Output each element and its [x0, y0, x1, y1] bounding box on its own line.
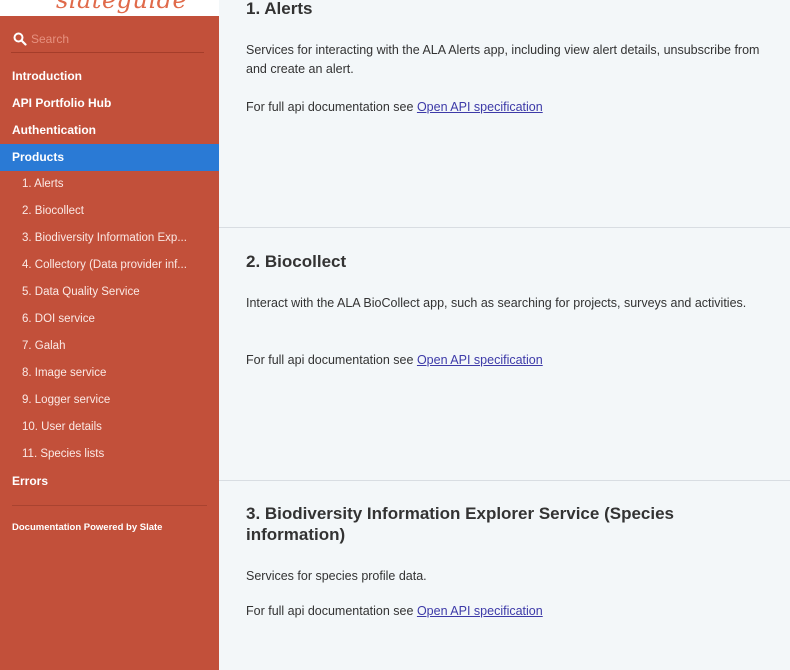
- main-content: 1. Alerts Services for interacting with …: [219, 0, 790, 670]
- sidebar-divider: [12, 505, 207, 506]
- api-doc-prefix: For full api documentation see: [246, 353, 417, 367]
- sidebar-subitem-biocollect[interactable]: 2. Biocollect: [0, 198, 219, 225]
- sidebar-subitem-doi-service[interactable]: 6. DOI service: [0, 306, 219, 333]
- section-alerts: 1. Alerts Services for interacting with …: [219, 0, 790, 228]
- sidebar-item-products[interactable]: Products: [0, 144, 219, 171]
- sidebar-item-errors[interactable]: Errors: [0, 468, 219, 495]
- section-description: Interact with the ALA BioCollect app, su…: [246, 296, 747, 310]
- sidebar-item-api-portfolio-hub[interactable]: API Portfolio Hub: [0, 90, 219, 117]
- api-doc-line: For full api documentation see Open API …: [246, 602, 761, 621]
- api-doc-line: For full api documentation see Open API …: [246, 98, 761, 117]
- logo[interactable]: slateguide: [0, 0, 219, 16]
- search-input[interactable]: [31, 30, 199, 48]
- section-title: 1. Alerts: [246, 0, 313, 18]
- open-api-spec-link[interactable]: Open API specification: [417, 604, 543, 618]
- sidebar-subitem-species-lists[interactable]: 11. Species lists: [0, 441, 219, 468]
- sidebar-subitem-logger-service[interactable]: 9. Logger service: [0, 387, 219, 414]
- section-title: 3. Biodiversity Information Explorer Ser…: [246, 504, 674, 544]
- sidebar: slateguide Introduction API Portfolio Hu…: [0, 0, 219, 670]
- sidebar-subitem-collectory[interactable]: 4. Collectory (Data provider inf...: [0, 252, 219, 279]
- powered-by-slate-link[interactable]: Documentation Powered by Slate: [12, 522, 162, 533]
- sidebar-item-authentication[interactable]: Authentication: [0, 117, 219, 144]
- api-doc-prefix: For full api documentation see: [246, 100, 417, 114]
- logo-text: slateguide: [56, 0, 188, 14]
- sidebar-subitem-biodiversity-information-explorer[interactable]: 3. Biodiversity Information Exp...: [0, 225, 219, 252]
- sidebar-subitem-galah[interactable]: 7. Galah: [0, 333, 219, 360]
- section-description: Services for species profile data.: [246, 569, 427, 583]
- search-box: [11, 28, 204, 53]
- section-biodiversity-information-explorer: 3. Biodiversity Information Explorer Ser…: [219, 481, 790, 670]
- api-doc-line: For full api documentation see Open API …: [246, 351, 761, 370]
- sidebar-item-introduction[interactable]: Introduction: [0, 63, 219, 90]
- sidebar-subitem-alerts[interactable]: 1. Alerts: [0, 171, 219, 198]
- search-icon: [13, 32, 27, 46]
- open-api-spec-link[interactable]: Open API specification: [417, 100, 543, 114]
- sidebar-subitem-data-quality-service[interactable]: 5. Data Quality Service: [0, 279, 219, 306]
- api-doc-prefix: For full api documentation see: [246, 604, 417, 618]
- open-api-spec-link[interactable]: Open API specification: [417, 353, 543, 367]
- sidebar-subitem-user-details[interactable]: 10. User details: [0, 414, 219, 441]
- sidebar-subitem-image-service[interactable]: 8. Image service: [0, 360, 219, 387]
- section-title: 2. Biocollect: [246, 252, 347, 271]
- section-biocollect: 2. Biocollect Interact with the ALA BioC…: [219, 228, 790, 480]
- section-description: Services for interacting with the ALA Al…: [246, 43, 760, 76]
